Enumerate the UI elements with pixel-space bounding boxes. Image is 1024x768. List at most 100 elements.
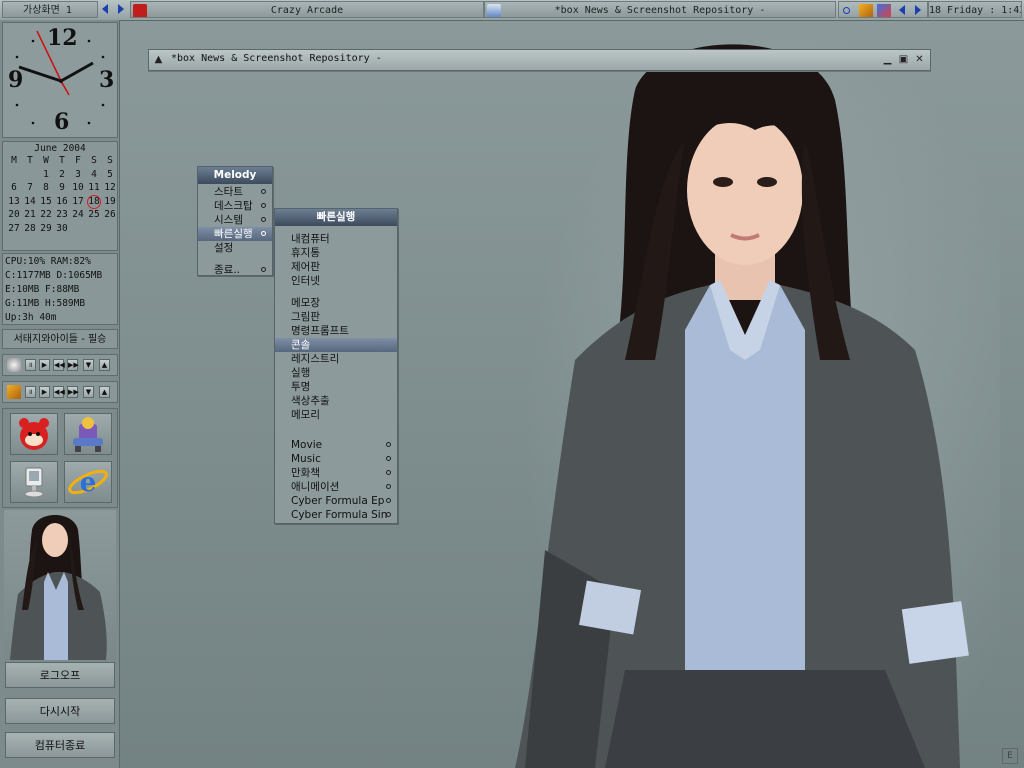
bazzi-character-icon: [19, 418, 49, 450]
calendar-day[interactable]: 29: [38, 223, 54, 236]
prev-track-button[interactable]: ◀◀: [53, 359, 65, 371]
logoff-button[interactable]: 로그오프: [5, 662, 115, 688]
menu-item-command-prompt[interactable]: 명령프롬프트: [275, 324, 397, 338]
prev-desktop-arrow-icon[interactable]: [102, 4, 108, 14]
corner-e-icon[interactable]: E: [1002, 748, 1018, 764]
calendar-day[interactable]: 19: [102, 196, 118, 209]
prev-track-button[interactable]: ◀◀: [53, 386, 65, 398]
calendar-day[interactable]: 30: [54, 223, 70, 236]
calendar-day[interactable]: 12: [102, 182, 118, 195]
shaded-window-box-news[interactable]: ▲ *box News & Screenshot Repository - ▁ …: [148, 49, 931, 71]
sysinfo-line: E:10MB F:88MB: [5, 284, 80, 295]
menu-item-cyber-formula-ep[interactable]: Cyber Formula Ep: [275, 494, 397, 508]
calendar-day[interactable]: 22: [38, 209, 54, 222]
menu-item-color-picker[interactable]: 색상추출: [275, 394, 397, 408]
minimize-icon[interactable]: ▁: [881, 53, 894, 66]
calendar-day[interactable]: 4: [86, 169, 102, 182]
restart-button[interactable]: 다시시작: [5, 698, 115, 724]
winamp-skull-icon[interactable]: [7, 358, 21, 372]
calendar-day[interactable]: 3: [70, 169, 86, 182]
media-pencil-icon[interactable]: [7, 385, 21, 399]
sysinfo-line: G:11MB H:589MB: [5, 298, 86, 309]
internet-explorer-launcher[interactable]: e: [64, 461, 112, 503]
next-track-button[interactable]: ▶▶: [67, 359, 79, 371]
menu-item-recycle-bin[interactable]: 휴지통: [275, 246, 397, 260]
next-track-button[interactable]: ▶▶: [67, 386, 79, 398]
menu-item-run[interactable]: 실행: [275, 366, 397, 380]
menu-item-memory[interactable]: 메모리: [275, 408, 397, 422]
crazy-arcade-launcher[interactable]: [10, 413, 58, 455]
calendar-day[interactable]: 21: [22, 209, 38, 222]
menu-item-comics[interactable]: 만화책: [275, 466, 397, 480]
menu-item-exit[interactable]: 종료..: [198, 263, 272, 277]
calendar-day[interactable]: 18: [86, 194, 102, 208]
calendar-day[interactable]: 5: [102, 169, 118, 182]
calendar-day[interactable]: 25: [86, 209, 102, 222]
calendar-day[interactable]: 16: [54, 196, 70, 209]
menu-item-movie[interactable]: Movie: [275, 438, 397, 452]
media-player-controls-2: ॥ ▶ ◀◀ ▶▶ ▼ ▲: [2, 381, 118, 403]
calendar-day[interactable]: 23: [54, 209, 70, 222]
calendar-day[interactable]: 11: [86, 182, 102, 195]
task-crazy-arcade[interactable]: Crazy Arcade: [130, 1, 484, 18]
shutdown-button[interactable]: 컴퓨터종료: [5, 732, 115, 758]
menu-item-settings[interactable]: 설정: [198, 241, 272, 255]
calendar-day[interactable]: 6: [6, 182, 22, 195]
menu-item-paint[interactable]: 그림판: [275, 310, 397, 324]
menu-item-quick-launch[interactable]: 빠른실행: [198, 227, 272, 241]
datetime-text: 18 Friday : 1:43: [929, 5, 1022, 16]
pause-button[interactable]: ॥: [25, 359, 36, 371]
pause-button[interactable]: ॥: [25, 386, 36, 398]
calendar-day[interactable]: 9: [54, 182, 70, 195]
menu-item-system[interactable]: 시스템: [198, 213, 272, 227]
calendar-day[interactable]: 1: [38, 169, 54, 182]
calendar-day[interactable]: 15: [38, 196, 54, 209]
menu-item-registry[interactable]: 레지스트리: [275, 352, 397, 366]
my-computer-launcher[interactable]: [10, 461, 58, 503]
tray-app-icon[interactable]: [877, 4, 891, 17]
play-button[interactable]: ▶: [39, 386, 50, 398]
sysinfo-line: CPU:10% RAM:82%: [5, 256, 91, 267]
menu-item-start[interactable]: 스타트: [198, 185, 272, 199]
calendar-day[interactable]: 7: [22, 182, 38, 195]
calendar-day[interactable]: 24: [70, 209, 86, 222]
menu-item-desktop[interactable]: 데스크탑: [198, 199, 272, 213]
maximize-icon[interactable]: ▣: [897, 53, 910, 66]
menu-item-animation[interactable]: 애니메이션: [275, 480, 397, 494]
next-desktop-arrow-icon[interactable]: [118, 4, 124, 14]
menu-item-music[interactable]: Music: [275, 452, 397, 466]
calendar-day[interactable]: 10: [70, 182, 86, 195]
tray-next-arrow-icon[interactable]: [915, 5, 921, 15]
task-box-news[interactable]: *box News & Screenshot Repository -: [484, 1, 836, 18]
menu-item-cyber-formula-sin[interactable]: Cyber Formula Sin: [275, 508, 397, 522]
calendar-day[interactable]: 27: [6, 223, 22, 236]
calendar-day[interactable]: 26: [102, 209, 118, 222]
volume-down-button[interactable]: ▼: [83, 386, 94, 398]
calendar-day[interactable]: 14: [22, 196, 38, 209]
desktop-switcher[interactable]: 가상화면 1: [2, 1, 98, 18]
tray-dot-icon[interactable]: [843, 7, 850, 14]
calendar-day[interactable]: 13: [6, 196, 22, 209]
calendar-day[interactable]: 28: [22, 223, 38, 236]
calendar-day[interactable]: 8: [38, 182, 54, 195]
calendar-day[interactable]: 2: [54, 169, 70, 182]
game-launcher[interactable]: [64, 413, 112, 455]
menu-item-my-computer[interactable]: 내컴퓨터: [275, 232, 397, 246]
close-icon[interactable]: ✕: [913, 53, 926, 66]
play-button[interactable]: ▶: [39, 359, 50, 371]
menu-item-internet[interactable]: 인터넷: [275, 274, 397, 288]
volume-up-button[interactable]: ▲: [99, 386, 110, 398]
system-monitor: CPU:10% RAM:82% C:1177MB D:1065MB E:10MB…: [2, 253, 118, 325]
tray-pencil-icon[interactable]: [859, 4, 873, 17]
volume-up-button[interactable]: ▲: [99, 359, 110, 371]
menu-item-notepad[interactable]: 메모장: [275, 296, 397, 310]
menu-item-control-panel[interactable]: 제어판: [275, 260, 397, 274]
calendar-weekday: M: [11, 155, 17, 166]
volume-down-button[interactable]: ▼: [83, 359, 94, 371]
menu-item-console[interactable]: 콘솔: [275, 338, 397, 352]
calendar-day[interactable]: 17: [70, 196, 86, 209]
menu-item-transparency[interactable]: 투명: [275, 380, 397, 394]
calendar-day[interactable]: 20: [6, 209, 22, 222]
window-shade-icon[interactable]: ▲: [152, 53, 165, 66]
tray-prev-arrow-icon[interactable]: [899, 5, 905, 15]
